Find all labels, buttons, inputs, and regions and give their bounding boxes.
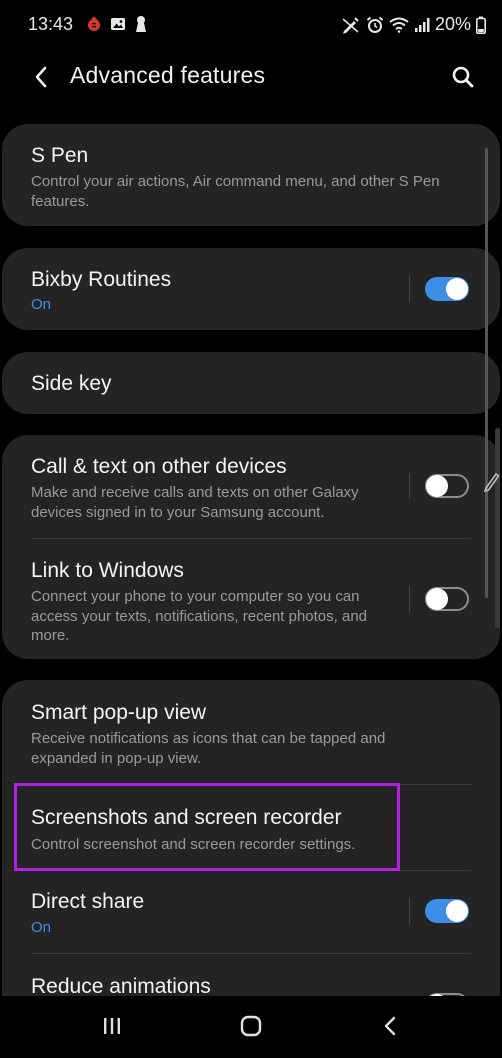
scrollbar[interactable] <box>485 148 488 598</box>
recent-apps-button[interactable] <box>92 1008 132 1044</box>
s-pen-card: S Pen Control your air actions, Air comm… <box>2 124 500 226</box>
toggle-knob <box>446 278 468 300</box>
bixby-routines-card: Bixby Routines On <box>2 248 500 330</box>
back-nav-icon <box>384 1016 396 1036</box>
search-icon <box>452 66 474 88</box>
home-icon <box>240 1015 262 1037</box>
no-pen-icon <box>342 16 359 33</box>
bixby-routines-title: Bixby Routines <box>31 268 172 291</box>
direct-share-title: Direct share <box>31 890 145 913</box>
link-to-windows-title: Link to Windows <box>31 559 184 582</box>
toggle-knob <box>426 475 448 497</box>
direct-share-toggle[interactable] <box>425 899 469 923</box>
smart-popup-subtitle: Receive notifications as icons that can … <box>31 730 386 767</box>
connected-devices-card: Call & text on other devices Make and re… <box>2 435 500 659</box>
chevron-left-icon <box>35 66 47 88</box>
signal-icon <box>414 17 430 32</box>
call-text-title: Call & text on other devices <box>31 455 287 478</box>
bixby-routines-item[interactable]: Bixby Routines On <box>2 248 500 330</box>
link-to-windows-item[interactable]: Link to Windows Connect your phone to yo… <box>2 539 500 659</box>
misc-features-card: Smart pop-up view Receive notifications … <box>2 680 500 1010</box>
screen: 13:43 20% Advanced features S Pen Contro… <box>2 0 500 1058</box>
search-button[interactable] <box>446 60 480 94</box>
side-key-title: Side key <box>31 372 112 395</box>
edge-panel-handle[interactable] <box>495 428 500 628</box>
status-bar: 13:43 20% <box>2 0 500 48</box>
status-time: 13:43 <box>28 14 74 34</box>
screenshots-item[interactable]: Screenshots and screen recorder Control … <box>2 785 500 870</box>
navigation-bar <box>2 996 500 1058</box>
image-notification-icon <box>111 18 125 30</box>
system-status-icons: 20% <box>341 14 486 35</box>
side-key-card: Side key <box>2 352 500 414</box>
direct-share-item[interactable]: Direct share On <box>2 871 500 953</box>
home-button[interactable] <box>231 1008 271 1044</box>
bug-notification-icon <box>88 17 100 31</box>
separator <box>409 276 410 302</box>
wifi-icon <box>389 17 409 33</box>
page-title: Advanced features <box>70 62 266 88</box>
call-text-subtitle: Make and receive calls and texts on othe… <box>31 484 359 521</box>
link-to-windows-toggle[interactable] <box>425 587 469 611</box>
recent-apps-icon <box>104 1018 120 1034</box>
screenshots-subtitle: Control screenshot and screen recorder s… <box>31 836 356 853</box>
back-nav-button[interactable] <box>370 1008 410 1044</box>
s-pen-subtitle: Control your air actions, Air command me… <box>31 173 440 210</box>
smart-popup-item[interactable]: Smart pop-up view Receive notifications … <box>2 680 500 783</box>
call-text-item[interactable]: Call & text on other devices Make and re… <box>2 435 500 538</box>
side-key-item[interactable]: Side key <box>2 352 500 414</box>
notification-icons <box>86 15 148 33</box>
pen-icon <box>483 472 500 493</box>
battery-percentage: 20% <box>434 14 471 34</box>
direct-share-status: On <box>31 919 52 936</box>
keyhole-notification-icon <box>136 16 146 32</box>
call-text-toggle[interactable] <box>425 474 469 498</box>
link-to-windows-subtitle: Connect your phone to your computer so y… <box>31 588 368 644</box>
s-pen-title: S Pen <box>31 144 89 167</box>
alarm-icon <box>366 16 384 33</box>
bixby-routines-status: On <box>31 296 52 313</box>
separator <box>409 586 410 612</box>
screenshots-title: Screenshots and screen recorder <box>31 806 342 829</box>
toggle-knob <box>446 900 468 922</box>
app-bar: Advanced features <box>2 48 500 104</box>
separator <box>409 473 410 499</box>
separator <box>409 898 410 924</box>
bixby-routines-toggle[interactable] <box>425 277 469 301</box>
smart-popup-title: Smart pop-up view <box>31 701 207 724</box>
back-button[interactable] <box>24 60 58 94</box>
s-pen-item[interactable]: S Pen Control your air actions, Air comm… <box>2 124 500 226</box>
battery-icon <box>476 16 486 34</box>
toggle-knob <box>426 588 448 610</box>
